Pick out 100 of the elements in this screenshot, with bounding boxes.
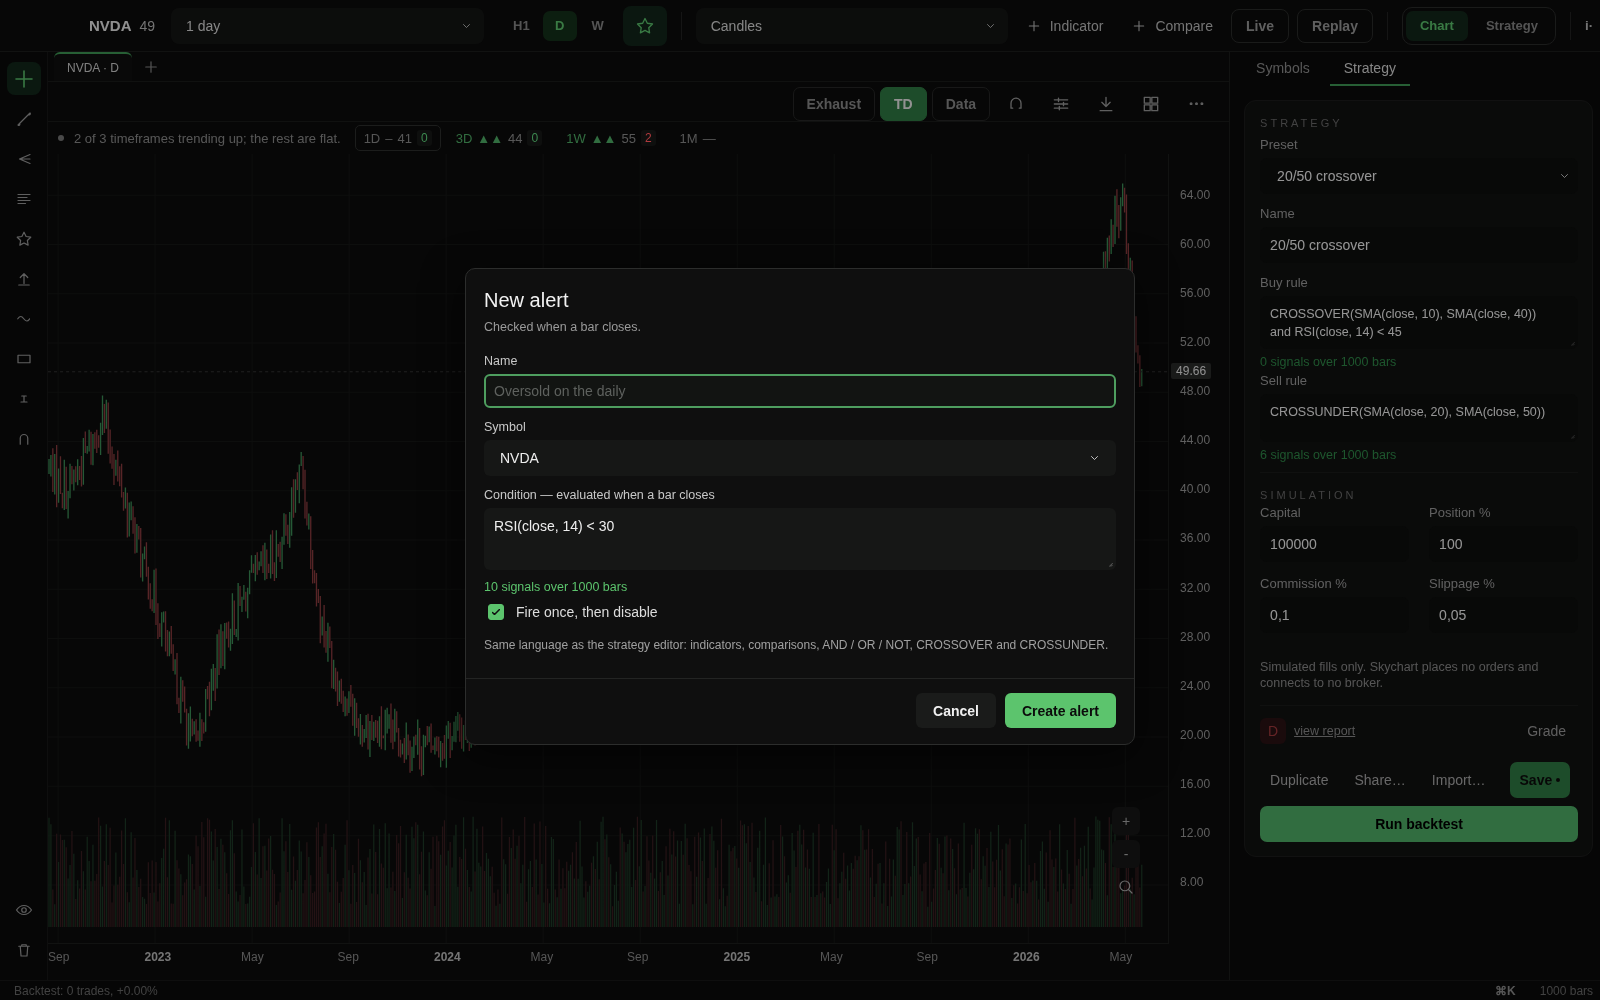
section-heading: STRATEGY [1260, 117, 1344, 129]
star-icon [14, 229, 33, 248]
signal-count: 0 [527, 130, 543, 146]
checkmark-icon [492, 609, 500, 615]
time-axis-label: 2023 [144, 950, 173, 966]
time-axis-label: Sep [337, 950, 360, 966]
status-dot [58, 135, 64, 141]
symbol-select[interactable]: NVDA [484, 440, 1116, 476]
run-backtest-button[interactable]: Run backtest [1260, 806, 1579, 842]
create-alert-button[interactable]: Create alert [1004, 693, 1116, 728]
price-axis-label: 28.00 [1180, 629, 1212, 644]
price-axis-label: 44.00 [1180, 433, 1212, 448]
last-price-tag: 49.66 [1171, 363, 1212, 379]
more-button[interactable]: i· [1584, 18, 1594, 33]
signal-count: 2 [640, 130, 656, 146]
price-axis-label: 48.00 [1180, 384, 1212, 399]
toggle-button[interactable]: TD [880, 86, 927, 121]
condition-field[interactable]: RSI(close, 14) < 30 [484, 508, 1116, 570]
trend-value: 41 [397, 130, 412, 146]
resize-grip-icon [1109, 563, 1113, 567]
grade-badge: D [1260, 718, 1287, 744]
price-axis-label: 32.00 [1180, 580, 1212, 595]
time-axis-label: 2024 [434, 950, 462, 966]
view-switch[interactable]: Chart Strategy [1401, 6, 1556, 45]
dialog-subtitle: Checked when a bar closes. [484, 320, 643, 334]
timeframe-button[interactable]: H1 [504, 10, 539, 41]
time-axis-label: Sep [48, 950, 71, 966]
mode-button[interactable]: Live [1231, 8, 1290, 43]
field-label: Preset [1260, 137, 1299, 152]
time-axis-label: May [1109, 950, 1134, 966]
interval-select[interactable]: 1 day [171, 7, 485, 44]
save-button[interactable]: Save [1509, 762, 1571, 798]
chart-style-select[interactable]: Candles [695, 7, 1008, 44]
price-axis-label: 20.00 [1180, 727, 1212, 742]
checkbox[interactable] [488, 604, 504, 620]
field-label: Sell rule [1260, 373, 1309, 388]
timeframe-button[interactable]: D [542, 10, 577, 41]
trend-value: 55 [621, 130, 636, 146]
shortcut-hint: ⌘K [1495, 983, 1516, 998]
checkbox-label: Fire once, then disable [516, 604, 658, 620]
field-label: Name [1260, 206, 1296, 221]
chevron-down-icon [986, 23, 994, 28]
trend-arrows: — [702, 130, 716, 146]
timeframe-label: 1W [566, 130, 586, 146]
chevron-down-icon [1091, 456, 1098, 460]
chevron-down-icon [463, 23, 471, 28]
view-tab[interactable]: Strategy [1471, 10, 1552, 41]
field-label: Position % [1429, 505, 1492, 520]
field-label: Slippage % [1429, 576, 1496, 591]
watchlist-star-button[interactable] [622, 5, 667, 46]
time-axis-label: 2026 [1013, 950, 1041, 966]
timeframe-label: 1M [679, 130, 698, 146]
timeframe-button[interactable]: W [580, 10, 615, 41]
help-text: Same language as the strategy editor: indicators, comparisons, AND / OR / NOT, CROSSOVER and CROSSUNDER. [484, 638, 1110, 652]
action-button[interactable]: Duplicate [1260, 762, 1339, 798]
action-button[interactable]: Share… [1344, 762, 1416, 798]
field-label: Buy rule [1260, 275, 1309, 290]
time-axis-label: May [530, 950, 555, 966]
add-button[interactable]: Compare [1121, 7, 1223, 44]
price-axis-label: 36.00 [1180, 531, 1212, 546]
field-label: Symbol [484, 420, 527, 434]
grade-label: Grade [1527, 723, 1567, 739]
price-axis-label: 40.00 [1180, 482, 1212, 497]
zoom-in-button[interactable]: + [1112, 807, 1141, 835]
price-axis-label: 16.00 [1180, 776, 1212, 791]
trend-arrows: ▲▲ [477, 130, 503, 146]
price-axis-label: 56.00 [1180, 286, 1212, 301]
cancel-button[interactable]: Cancel [916, 693, 996, 728]
price-axis-label: 60.00 [1180, 237, 1212, 252]
trend-summary: 2 of 3 timeframes trending up; the rest are flat. [74, 130, 341, 146]
field-label: Condition — evaluated when a bar closes [484, 488, 716, 502]
field-label: Commission % [1260, 576, 1348, 591]
time-axis-label: Sep [916, 950, 939, 966]
price-axis-label: 52.00 [1180, 335, 1212, 350]
toggle-button[interactable]: Data [931, 86, 991, 121]
time-axis-label: Sep [627, 950, 650, 966]
field-label: Capital [1260, 505, 1302, 520]
signal-count-text: 6 signals over 1000 bars [1260, 448, 1398, 462]
price-axis-label: 64.00 [1180, 188, 1212, 202]
add-button[interactable]: Indicator [1015, 7, 1114, 44]
time-axis-label: May [820, 950, 844, 966]
view-tab[interactable]: Chart [1405, 10, 1468, 41]
disclaimer-text: Simulated fills only. Skychart places no orders and connects to no broker. [1260, 659, 1540, 691]
time-axis-label: 2025 [723, 950, 752, 966]
view-report-link[interactable]: view report [1294, 724, 1356, 738]
trend-arrows: – [385, 130, 393, 146]
chevron-down-icon [1561, 174, 1569, 178]
mode-button[interactable]: Replay [1297, 8, 1373, 43]
drawing-tool-button[interactable] [6, 62, 41, 95]
panel-tab[interactable]: Symbols [1242, 52, 1324, 86]
name-field[interactable]: Oversold on the daily [484, 374, 1116, 408]
star-icon [634, 15, 655, 36]
price-axis-label: 12.00 [1180, 825, 1212, 840]
action-button[interactable]: Import… [1421, 762, 1496, 798]
timeframe-label: 3D [455, 130, 473, 146]
panel-tab[interactable]: Strategy [1329, 52, 1410, 86]
trend-arrows: ▲▲ [590, 130, 617, 146]
zoom-out-button[interactable]: - [1112, 840, 1141, 868]
bar-count: 1000 bars [1539, 983, 1594, 998]
toggle-button[interactable]: Exhaust [792, 86, 876, 121]
